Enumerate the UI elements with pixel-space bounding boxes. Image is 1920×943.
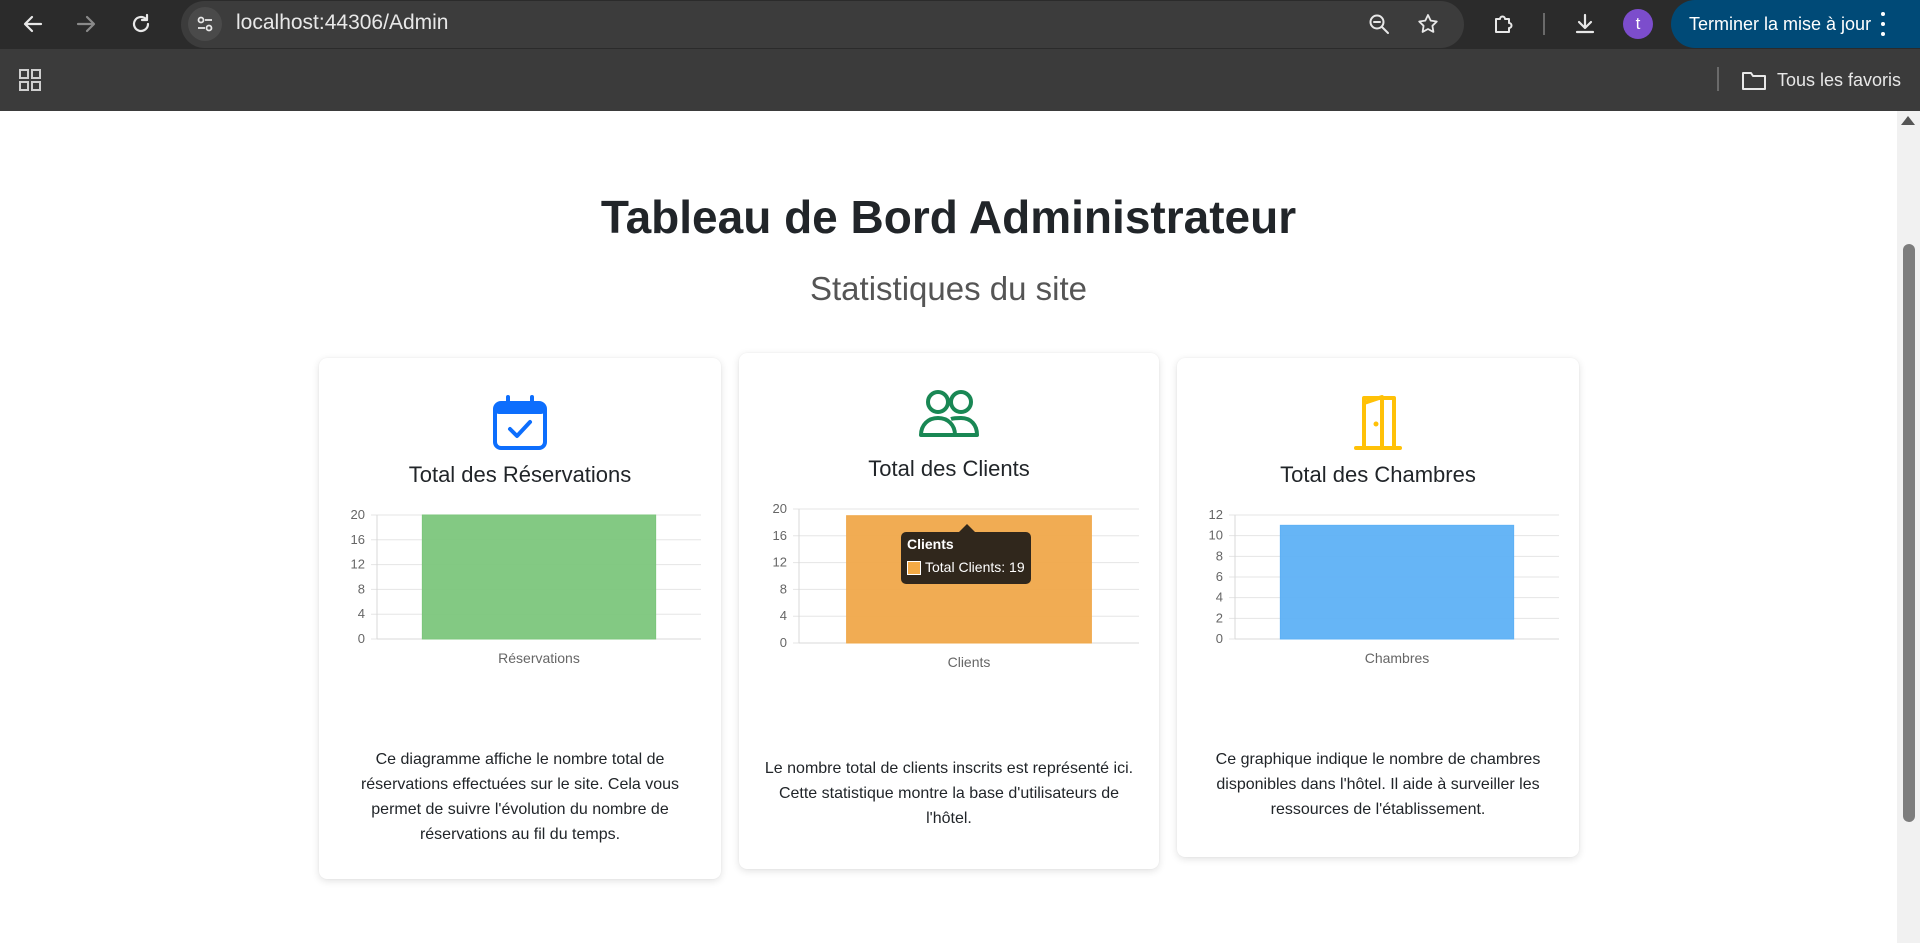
y-tick-label: 20 <box>773 501 787 516</box>
bar <box>421 514 657 640</box>
y-tick-label: 12 <box>773 555 787 570</box>
reservations-chart[interactable]: 0 4 8 12 16 20 Réservations <box>329 503 711 663</box>
clients-card: Total des Clients 0 4 8 12 16 20 Clients Le no… <box>739 353 1159 869</box>
bookmarks-bar <box>0 49 1920 111</box>
y-tick-label: 12 <box>351 557 365 572</box>
y-tick-label: 4 <box>1216 590 1223 605</box>
y-tick-label: 4 <box>358 606 365 621</box>
toolbar-separator <box>1543 13 1545 35</box>
site-info-button[interactable] <box>188 7 222 41</box>
bookmarks-separator <box>1717 67 1719 91</box>
reservations-card: Total des Réservations 0 4 8 12 16 20 Réservat… <box>319 358 721 879</box>
page-subtitle: Statistiques du site <box>810 270 1087 307</box>
bookmark-star-button[interactable] <box>1414 10 1442 38</box>
browser-menu-icon[interactable] <box>1878 12 1888 36</box>
back-button[interactable] <box>15 6 51 42</box>
y-tick-label: 0 <box>780 635 787 650</box>
card-title: Total des Chambres <box>1280 462 1476 487</box>
puzzle-icon <box>1495 15 1513 33</box>
profile-avatar[interactable]: t <box>1623 9 1653 39</box>
card-description: Le nombre total de clients inscrits est … <box>764 760 1134 827</box>
y-tick-label: 4 <box>780 608 787 623</box>
y-tick-label: 0 <box>1216 631 1223 646</box>
x-tick-label: Clients <box>948 654 991 667</box>
people-icon <box>919 390 979 437</box>
folder-icon <box>1742 72 1766 90</box>
reload-button[interactable] <box>123 6 159 42</box>
extensions-button[interactable] <box>1489 9 1519 39</box>
y-tick-label: 16 <box>773 528 787 543</box>
y-tick-label: 16 <box>351 532 365 547</box>
tooltip-label: Total Clients: 19 <box>925 559 1025 575</box>
y-tick-label: 8 <box>780 581 787 596</box>
rooms-chart[interactable]: 0 2 4 6 8 10 12 Chambres <box>1187 503 1569 663</box>
calendar-check-icon <box>493 395 547 450</box>
bar <box>1279 524 1515 640</box>
card-title: Total des Clients <box>868 456 1030 481</box>
chart-tooltip: Clients Total Clients: 19 <box>901 524 1031 584</box>
reload-icon <box>132 13 150 33</box>
arrow-left-icon <box>23 15 43 33</box>
zoom-icon <box>1369 14 1389 34</box>
scrollbar-thumb[interactable] <box>1903 244 1915 822</box>
star-icon <box>1418 14 1438 33</box>
x-tick-label: Réservations <box>498 650 580 663</box>
page-title: Tableau de Bord Administrateur <box>600 191 1297 243</box>
downloads-button[interactable] <box>1570 9 1600 39</box>
forward-button[interactable] <box>68 6 104 42</box>
y-tick-label: 2 <box>1216 610 1223 625</box>
tooltip-color-swatch <box>907 561 921 575</box>
scroll-up-arrow-icon[interactable] <box>1901 116 1915 125</box>
y-tick-label: 0 <box>358 631 365 646</box>
y-tick-label: 10 <box>1209 528 1223 543</box>
door-icon <box>1354 395 1402 450</box>
all-bookmarks-label: Tous les favoris <box>1777 69 1902 90</box>
y-tick-label: 8 <box>1216 548 1223 563</box>
apps-grid-icon[interactable] <box>16 66 44 94</box>
y-tick-label: 6 <box>1216 569 1223 584</box>
tooltip-title: Clients <box>907 536 954 552</box>
card-title: Total des Réservations <box>408 462 632 487</box>
zoom-button[interactable] <box>1365 10 1393 38</box>
url-text[interactable]: localhost:44306/Admin <box>236 11 448 35</box>
download-icon <box>1575 13 1595 34</box>
rooms-card: Total des Chambres 0 2 4 6 8 10 12 Chambres Ce … <box>1177 358 1579 857</box>
x-tick-label: Chambres <box>1365 650 1430 663</box>
y-tick-label: 12 <box>1209 507 1223 522</box>
update-button-label: Terminer la mise à jour <box>1689 13 1872 34</box>
all-bookmarks-button[interactable]: Tous les favoris <box>1741 66 1901 94</box>
card-description: Ce diagramme affiche le nombre total de … <box>360 751 680 843</box>
y-tick-label: 8 <box>358 581 365 596</box>
y-tick-label: 20 <box>351 507 365 522</box>
tune-icon <box>197 16 213 32</box>
arrow-right-icon <box>76 15 96 33</box>
card-description: Ce graphique indique le nombre de chambr… <box>1215 751 1541 818</box>
